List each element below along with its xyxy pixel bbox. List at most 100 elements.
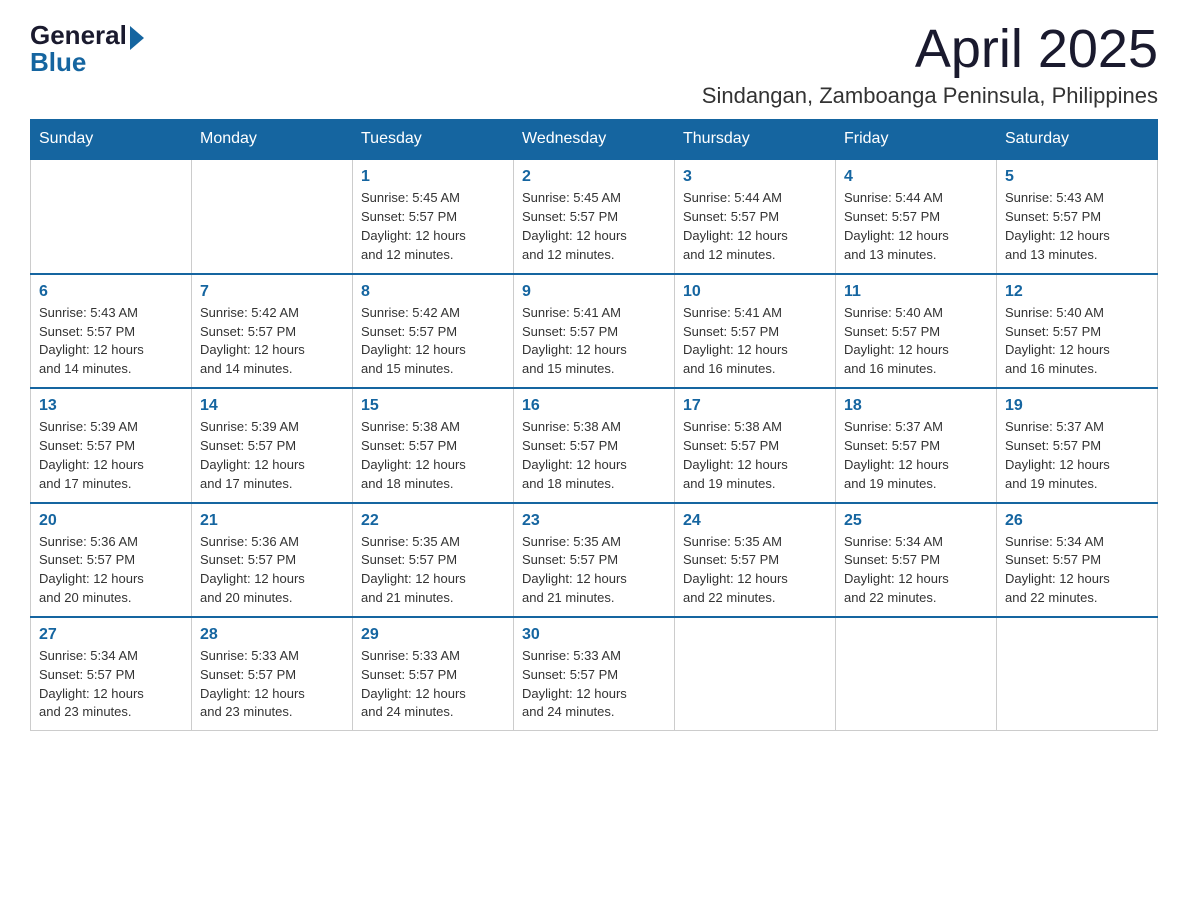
day-number: 12 [1005, 283, 1149, 301]
calendar-cell [997, 617, 1158, 731]
day-info: Sunrise: 5:41 AM Sunset: 5:57 PM Dayligh… [522, 304, 666, 379]
day-info: Sunrise: 5:35 AM Sunset: 5:57 PM Dayligh… [361, 533, 505, 608]
day-info: Sunrise: 5:33 AM Sunset: 5:57 PM Dayligh… [361, 647, 505, 722]
day-number: 8 [361, 283, 505, 301]
calendar-cell: 17Sunrise: 5:38 AM Sunset: 5:57 PM Dayli… [675, 388, 836, 502]
day-number: 28 [200, 626, 344, 644]
calendar-table: SundayMondayTuesdayWednesdayThursdayFrid… [30, 119, 1158, 731]
calendar-cell: 15 Sunrise: 5:38 AM Sunset: 5:57 PM Dayli… [353, 388, 514, 502]
day-info: Sunrise: 5:37 AM Sunset: 5:57 PM Dayligh… [844, 418, 988, 493]
calendar-cell: 3 Sunrise: 5:44 AM Sunset: 5:57 PM Daylig… [675, 159, 836, 273]
calendar-week-row: 20Sunrise: 5:36 AM Sunset: 5:57 PM Dayli… [31, 503, 1158, 617]
day-number: 19 [1005, 397, 1149, 415]
day-number: 5 [1005, 168, 1149, 186]
calendar-cell [675, 617, 836, 731]
day-info: Sunrise: 5:34 AM Sunset: 5:57 PM Dayligh… [39, 647, 183, 722]
calendar-cell: 20Sunrise: 5:36 AM Sunset: 5:57 PM Dayli… [31, 503, 192, 617]
calendar-cell: 4 Sunrise: 5:44 AM Sunset: 5:57 PM Daylig… [836, 159, 997, 273]
day-info: Sunrise: 5:41 AM Sunset: 5:57 PM Dayligh… [683, 304, 827, 379]
calendar-week-row: 6Sunrise: 5:43 AM Sunset: 5:57 PM Daylig… [31, 274, 1158, 388]
day-number: 4 [844, 168, 988, 186]
day-number: 24 [683, 512, 827, 530]
day-info: Sunrise: 5:42 AM Sunset: 5:57 PM Dayligh… [200, 304, 344, 379]
day-number: 18 [844, 397, 988, 415]
logo-arrow-icon [130, 26, 144, 50]
calendar-cell: 6Sunrise: 5:43 AM Sunset: 5:57 PM Daylig… [31, 274, 192, 388]
day-number: 30 [522, 626, 666, 644]
day-number: 1 [361, 168, 505, 186]
logo-blue-line2: Blue [30, 47, 86, 78]
calendar-cell: 30 Sunrise: 5:33 AM Sunset: 5:57 PM Dayli… [514, 617, 675, 731]
calendar-cell [31, 159, 192, 273]
calendar-cell: 12 Sunrise: 5:40 AM Sunset: 5:57 PM Dayli… [997, 274, 1158, 388]
day-info: Sunrise: 5:43 AM Sunset: 5:57 PM Dayligh… [1005, 189, 1149, 264]
day-number: 26 [1005, 512, 1149, 530]
day-number: 9 [522, 283, 666, 301]
day-info: Sunrise: 5:44 AM Sunset: 5:57 PM Dayligh… [844, 189, 988, 264]
day-number: 25 [844, 512, 988, 530]
day-number: 7 [200, 283, 344, 301]
calendar-cell [192, 159, 353, 273]
calendar-header-monday: Monday [192, 120, 353, 160]
day-number: 22 [361, 512, 505, 530]
day-info: Sunrise: 5:34 AM Sunset: 5:57 PM Dayligh… [1005, 533, 1149, 608]
calendar-cell [836, 617, 997, 731]
day-number: 16 [522, 397, 666, 415]
day-info: Sunrise: 5:39 AM Sunset: 5:57 PM Dayligh… [39, 418, 183, 493]
day-number: 3 [683, 168, 827, 186]
calendar-cell: 27 Sunrise: 5:34 AM Sunset: 5:57 PM Dayli… [31, 617, 192, 731]
day-info: Sunrise: 5:40 AM Sunset: 5:57 PM Dayligh… [1005, 304, 1149, 379]
day-number: 29 [361, 626, 505, 644]
calendar-header-wednesday: Wednesday [514, 120, 675, 160]
calendar-cell: 22 Sunrise: 5:35 AM Sunset: 5:57 PM Dayli… [353, 503, 514, 617]
calendar-cell: 8 Sunrise: 5:42 AM Sunset: 5:57 PM Daylig… [353, 274, 514, 388]
calendar-cell: 26 Sunrise: 5:34 AM Sunset: 5:57 PM Dayli… [997, 503, 1158, 617]
calendar-cell: 1 Sunrise: 5:45 AM Sunset: 5:57 PM Daylig… [353, 159, 514, 273]
calendar-cell: 16 Sunrise: 5:38 AM Sunset: 5:57 PM Dayli… [514, 388, 675, 502]
day-info: Sunrise: 5:39 AM Sunset: 5:57 PM Dayligh… [200, 418, 344, 493]
calendar-header-tuesday: Tuesday [353, 120, 514, 160]
day-info: Sunrise: 5:34 AM Sunset: 5:57 PM Dayligh… [844, 533, 988, 608]
day-info: Sunrise: 5:45 AM Sunset: 5:57 PM Dayligh… [522, 189, 666, 264]
calendar-cell: 24 Sunrise: 5:35 AM Sunset: 5:57 PM Dayli… [675, 503, 836, 617]
location-title: Sindangan, Zamboanga Peninsula, Philippi… [702, 83, 1158, 109]
day-info: Sunrise: 5:38 AM Sunset: 5:57 PM Dayligh… [361, 418, 505, 493]
calendar-header-saturday: Saturday [997, 120, 1158, 160]
month-title: April 2025 [702, 20, 1158, 79]
calendar-header-sunday: Sunday [31, 120, 192, 160]
day-info: Sunrise: 5:37 AM Sunset: 5:57 PM Dayligh… [1005, 418, 1149, 493]
day-number: 2 [522, 168, 666, 186]
calendar-cell: 10 Sunrise: 5:41 AM Sunset: 5:57 PM Dayli… [675, 274, 836, 388]
calendar-header-thursday: Thursday [675, 120, 836, 160]
day-number: 15 [361, 397, 505, 415]
day-number: 11 [844, 283, 988, 301]
calendar-header-friday: Friday [836, 120, 997, 160]
day-number: 10 [683, 283, 827, 301]
day-info: Sunrise: 5:35 AM Sunset: 5:57 PM Dayligh… [683, 533, 827, 608]
logo: General Blue [30, 20, 146, 78]
calendar-cell: 18 Sunrise: 5:37 AM Sunset: 5:57 PM Dayli… [836, 388, 997, 502]
day-info: Sunrise: 5:42 AM Sunset: 5:57 PM Dayligh… [361, 304, 505, 379]
day-info: Sunrise: 5:35 AM Sunset: 5:57 PM Dayligh… [522, 533, 666, 608]
day-info: Sunrise: 5:45 AM Sunset: 5:57 PM Dayligh… [361, 189, 505, 264]
day-info: Sunrise: 5:44 AM Sunset: 5:57 PM Dayligh… [683, 189, 827, 264]
day-info: Sunrise: 5:38 AM Sunset: 5:57 PM Dayligh… [522, 418, 666, 493]
calendar-week-row: 27 Sunrise: 5:34 AM Sunset: 5:57 PM Dayli… [31, 617, 1158, 731]
day-info: Sunrise: 5:40 AM Sunset: 5:57 PM Dayligh… [844, 304, 988, 379]
calendar-cell: 23Sunrise: 5:35 AM Sunset: 5:57 PM Dayli… [514, 503, 675, 617]
day-info: Sunrise: 5:43 AM Sunset: 5:57 PM Dayligh… [39, 304, 183, 379]
day-info: Sunrise: 5:36 AM Sunset: 5:57 PM Dayligh… [39, 533, 183, 608]
day-info: Sunrise: 5:33 AM Sunset: 5:57 PM Dayligh… [522, 647, 666, 722]
calendar-cell: 11 Sunrise: 5:40 AM Sunset: 5:57 PM Dayli… [836, 274, 997, 388]
day-number: 17 [683, 397, 827, 415]
page-header: General Blue April 2025 Sindangan, Zambo… [30, 20, 1158, 109]
calendar-cell: 28Sunrise: 5:33 AM Sunset: 5:57 PM Dayli… [192, 617, 353, 731]
calendar-cell: 21 Sunrise: 5:36 AM Sunset: 5:57 PM Dayli… [192, 503, 353, 617]
day-info: Sunrise: 5:36 AM Sunset: 5:57 PM Dayligh… [200, 533, 344, 608]
title-area: April 2025 Sindangan, Zamboanga Peninsul… [702, 20, 1158, 109]
day-number: 27 [39, 626, 183, 644]
calendar-week-row: 1 Sunrise: 5:45 AM Sunset: 5:57 PM Daylig… [31, 159, 1158, 273]
day-number: 13 [39, 397, 183, 415]
calendar-header-row: SundayMondayTuesdayWednesdayThursdayFrid… [31, 120, 1158, 160]
day-number: 21 [200, 512, 344, 530]
